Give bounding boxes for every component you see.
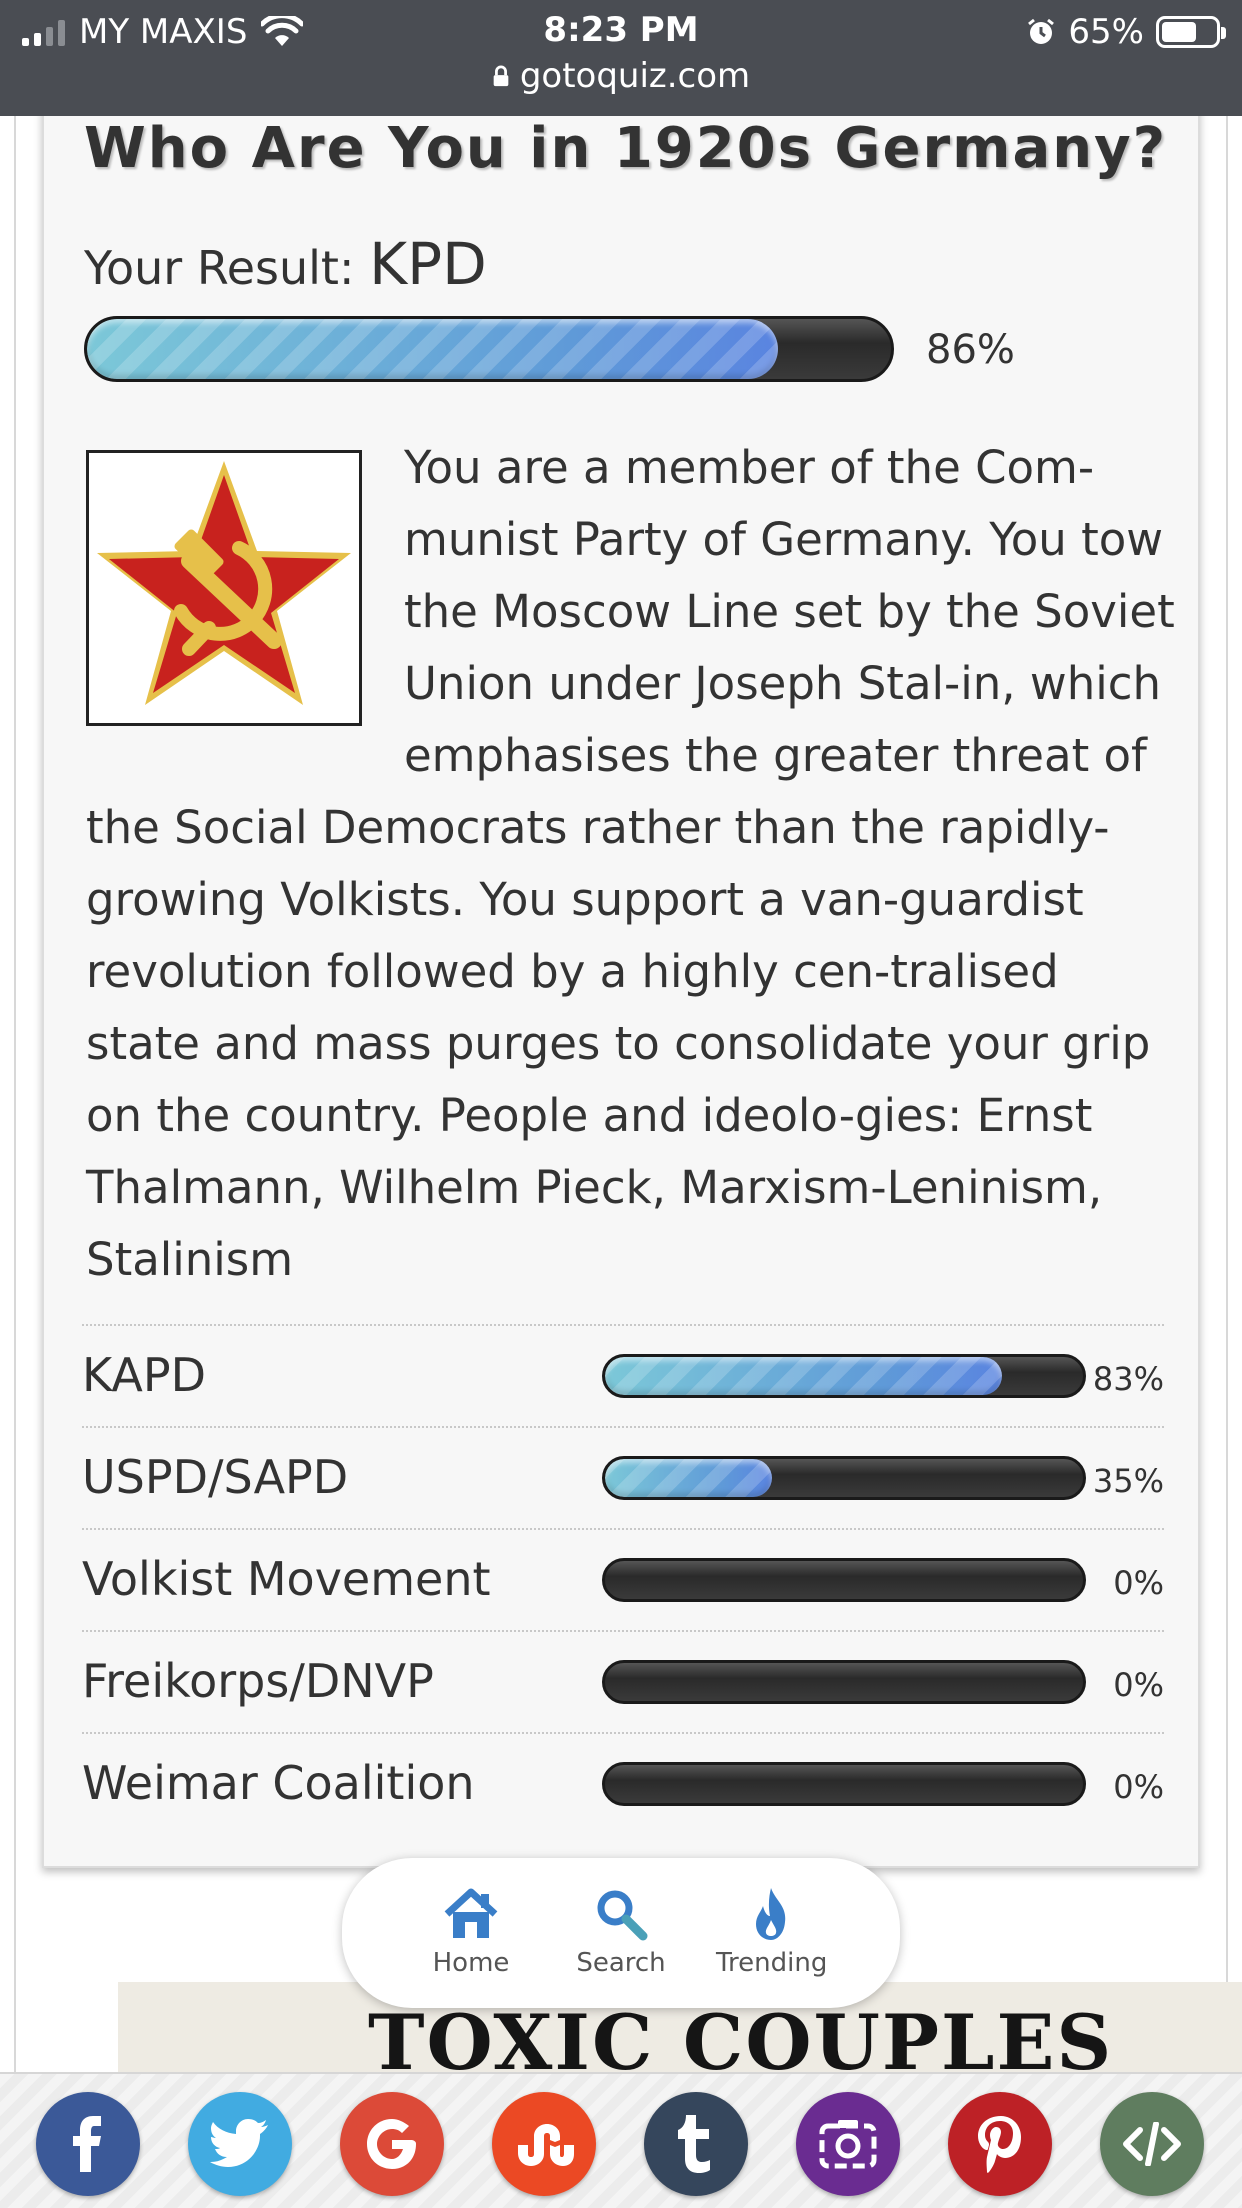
other-result-label: Weimar Coalition: [82, 1756, 475, 1810]
other-result-row: Freikorps/DNVP 0%: [82, 1630, 1164, 1732]
other-result-percent: 35%: [1092, 1462, 1164, 1500]
nav-search-label: Search: [576, 1948, 666, 1978]
other-result-bar-fill: [605, 1357, 1002, 1395]
other-result-bar-track: [602, 1354, 1086, 1398]
other-result-row: KAPD 83%: [82, 1324, 1164, 1426]
pinterest-icon: [978, 2116, 1021, 2173]
google-share-button[interactable]: [340, 2092, 444, 2196]
other-result-row: USPD/SAPD 35%: [82, 1426, 1164, 1528]
battery-percent: 65%: [1068, 12, 1144, 52]
result-heading: Your Result: KPD: [84, 230, 487, 298]
home-icon: [444, 1888, 498, 1938]
other-result-label: USPD/SAPD: [82, 1450, 349, 1504]
other-result-bar: [602, 1660, 1086, 1704]
battery-info: 65%: [1026, 12, 1226, 52]
other-result-bar-fill: [605, 1459, 773, 1497]
nav-home[interactable]: Home: [416, 1886, 526, 2008]
url-text: gotoquiz.com: [519, 56, 751, 96]
other-result-bar: [602, 1456, 1086, 1500]
other-result-bar-track: [602, 1456, 1086, 1500]
result-bar-fill: [87, 319, 779, 379]
result-description: You are a member of the Com-munist Party…: [86, 432, 1186, 1296]
page-border-left: [14, 116, 16, 2076]
google-icon: [367, 2119, 416, 2169]
instagram-share-button[interactable]: [796, 2092, 900, 2196]
result-bar-track: [84, 316, 894, 382]
result-value: KPD: [369, 230, 487, 298]
other-result-label: Volkist Movement: [82, 1552, 491, 1606]
other-results-list: KAPD 83% USPD/SAPD 35% Volkist Movement 0% Fre…: [82, 1324, 1164, 1834]
quiz-title: Who Are You in 1920s Germany?: [84, 116, 1168, 181]
share-bar: [0, 2072, 1242, 2208]
nav-search[interactable]: Search: [566, 1886, 676, 2008]
other-result-bar: [602, 1558, 1086, 1602]
battery-icon: [1156, 16, 1226, 48]
stumbleupon-icon: [518, 2124, 574, 2166]
result-card: Who Are You in 1920s Germany? Your Resul…: [42, 100, 1200, 1868]
other-result-label: Freikorps/DNVP: [82, 1654, 434, 1708]
pinterest-share-button[interactable]: [948, 2092, 1052, 2196]
nav-trending[interactable]: Trending: [716, 1886, 828, 2008]
result-label: Your Result:: [84, 241, 355, 295]
flame-icon: [756, 1888, 786, 1940]
floating-nav: Home Search Trending: [342, 1858, 900, 2008]
url-bar[interactable]: gotoquiz.com: [0, 56, 1242, 96]
code-icon: [1123, 2122, 1181, 2166]
twitter-share-button[interactable]: [188, 2092, 292, 2196]
status-bar: MY MAXIS 8:23 PM 65% gotoquiz.com: [0, 0, 1242, 116]
facebook-icon: [73, 2116, 101, 2172]
other-result-label: KAPD: [82, 1348, 206, 1402]
other-result-bar-track: [602, 1762, 1086, 1806]
nav-trending-label: Trending: [716, 1948, 828, 1978]
other-result-row: Volkist Movement 0%: [82, 1528, 1164, 1630]
result-progress-bar: [84, 316, 894, 382]
other-result-percent: 0%: [1113, 1768, 1164, 1806]
tumblr-share-button[interactable]: [644, 2092, 748, 2196]
facebook-share-button[interactable]: [36, 2092, 140, 2196]
other-result-bar-track: [602, 1660, 1086, 1704]
camera-icon: [819, 2120, 877, 2169]
ad-headline: TOXIC COUPLES: [368, 1998, 1114, 2072]
tumblr-icon: [678, 2115, 710, 2173]
other-result-bar-track: [602, 1558, 1086, 1602]
other-result-percent: 0%: [1113, 1564, 1164, 1602]
result-percent: 86%: [926, 327, 1015, 373]
search-icon: [597, 1890, 648, 1941]
nav-home-label: Home: [432, 1948, 510, 1978]
embed-share-button[interactable]: [1100, 2092, 1204, 2196]
other-result-row: Weimar Coalition 0%: [82, 1732, 1164, 1834]
other-result-percent: 0%: [1113, 1666, 1164, 1704]
stumbleupon-share-button[interactable]: [492, 2092, 596, 2196]
alarm-icon: [1028, 18, 1055, 44]
lock-icon: [493, 65, 509, 87]
other-result-bar: [602, 1354, 1086, 1398]
other-result-percent: 83%: [1092, 1360, 1164, 1398]
page-border-right: [1226, 116, 1228, 2076]
twitter-icon: [210, 2119, 268, 2167]
other-result-bar: [602, 1762, 1086, 1806]
